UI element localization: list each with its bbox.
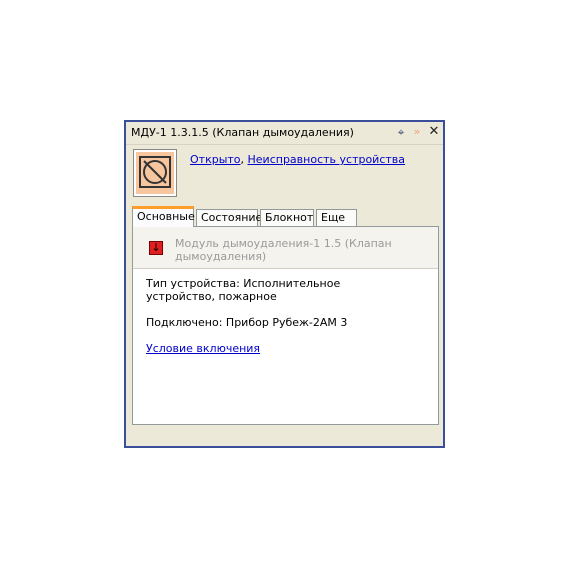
fault-link[interactable]: Неисправность устройства xyxy=(248,153,406,166)
module-arrow-icon: ↓ xyxy=(149,241,163,255)
connected-text: Подключено: Прибор Рубеж-2АМ 3 xyxy=(146,316,348,329)
status-separator: , xyxy=(240,153,248,166)
close-icon[interactable]: ✕ xyxy=(427,125,441,139)
tab-panel-main: ↓ Модуль дымоудаления-1 1.5 (Клапан дымо… xyxy=(132,226,439,425)
title-bar: МДУ-1 1.3.1.5 (Клапан дымоудаления) ⌖ » … xyxy=(126,122,443,145)
condition-link[interactable]: Условие включения xyxy=(146,342,260,355)
status-links: Открыто, Неисправность устройства xyxy=(190,153,405,166)
pin-icon[interactable]: ⌖ xyxy=(394,125,408,139)
tab-main[interactable]: Основные xyxy=(132,206,195,227)
tab-more[interactable]: Еще xyxy=(316,209,357,226)
expand-icon[interactable]: » xyxy=(410,125,424,139)
device-properties-window: МДУ-1 1.3.1.5 (Клапан дымоудаления) ⌖ » … xyxy=(124,120,445,448)
tab-notebook[interactable]: Блокнот xyxy=(260,209,314,226)
module-text: Модуль дымоудаления-1 1.5 (Клапан дымоуд… xyxy=(175,237,392,263)
state-link[interactable]: Открыто xyxy=(190,153,241,166)
device-type-text: Тип устройства: Исполнительное устройств… xyxy=(146,277,341,303)
module-header: ↓ Модуль дымоудаления-1 1.5 (Клапан дымо… xyxy=(133,227,438,269)
smoke-valve-icon xyxy=(133,149,177,197)
window-title: МДУ-1 1.3.1.5 (Клапан дымоудаления) xyxy=(131,126,354,139)
tab-state[interactable]: Состояние xyxy=(196,209,262,226)
